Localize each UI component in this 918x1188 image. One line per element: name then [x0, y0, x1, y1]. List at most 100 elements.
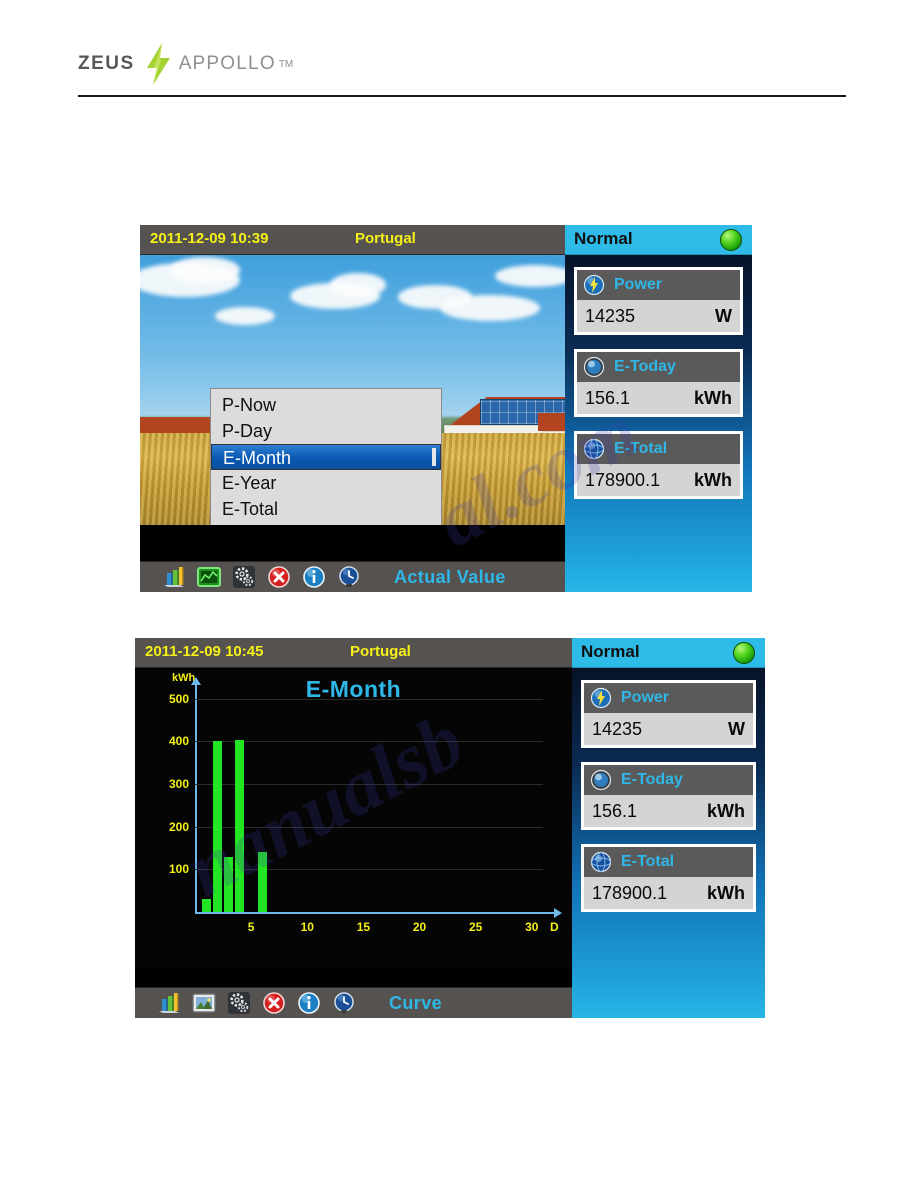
chart-plot-area: 100 200 300 400 500: [169, 690, 543, 912]
screen2-status-header: Normal: [572, 638, 765, 668]
device-screenshot-chart: 2011-12-09 10:45 Portugal E-Month kWh 10…: [135, 638, 765, 1018]
chart-x-tick: 20: [412, 920, 427, 934]
e-month-bar-chart: E-Month kWh 100 200 300 400 500 5 10 15 20 25 30 …: [135, 668, 572, 968]
screen1-status-header: Normal: [565, 225, 752, 255]
card-value-row: 14235 W: [584, 713, 753, 745]
chart-bar: [257, 852, 267, 912]
brand-name-secondary: APPOLLO: [178, 53, 276, 74]
menu-item-exit[interactable]: Exit: [211, 522, 441, 525]
card-value-row: 156.1 kWh: [577, 382, 740, 414]
card-value: 156.1: [592, 800, 638, 821]
menu-item-e-year[interactable]: E-Year: [211, 470, 441, 496]
settings-gears-icon[interactable]: [232, 565, 256, 589]
menu-item-p-now[interactable]: P-Now: [211, 392, 441, 418]
chart-bar: [224, 856, 234, 912]
status-led-indicator: [733, 642, 755, 664]
screen1-status-text: Normal: [574, 229, 633, 248]
card-value: 156.1: [585, 387, 631, 408]
card-unit: kWh: [694, 469, 732, 490]
chart-x-tick: 10: [300, 920, 314, 934]
clock-icon[interactable]: [337, 565, 361, 589]
chart-x-tick: 15: [356, 920, 371, 934]
screen1-status-pane: Normal Power 14235 W E-Today 156.1 kWh E…: [565, 225, 752, 592]
menu-item-e-total[interactable]: E-Total: [211, 496, 441, 522]
screen1-datetime: 2011-12-09 10:39: [150, 230, 269, 247]
screen2-datetime: 2011-12-09 10:45: [145, 643, 264, 660]
screen2-titlebar: 2011-12-09 10:45 Portugal: [135, 638, 572, 668]
clock-icon[interactable]: [332, 991, 356, 1015]
mode-dropdown-menu[interactable]: P-Now P-Day E-Month E-Year E-Total Exit: [210, 388, 442, 525]
menu-item-e-month[interactable]: E-Month: [211, 444, 441, 470]
settings-gears-icon[interactable]: [227, 991, 251, 1015]
lightning-bolt-icon: [146, 43, 170, 85]
screen2-toolbar-label: Curve: [389, 992, 443, 1013]
globe-total-icon: [583, 438, 605, 460]
screen1-toolbar: Actual Value: [140, 561, 565, 592]
chart-gridline: [195, 698, 543, 700]
card-header: E-Today: [584, 765, 753, 795]
card-unit: kWh: [707, 800, 745, 821]
status-card-e-total[interactable]: E-Total 178900.1 kWh: [574, 431, 743, 499]
card-header: Power: [584, 683, 753, 713]
status-card-e-today[interactable]: E-Today 156.1 kWh: [581, 762, 756, 830]
card-unit: kWh: [694, 387, 732, 408]
header-divider: [78, 95, 846, 97]
card-title: E-Total: [614, 440, 668, 457]
chart-gridline: [195, 869, 543, 871]
trademark-mark: TM: [278, 58, 294, 70]
screen2-location: Portugal: [350, 643, 411, 660]
screen1-location: Portugal: [355, 230, 416, 247]
globe-today-icon: [590, 769, 612, 791]
bar-chart-icon[interactable]: [162, 565, 186, 589]
cloud: [330, 273, 386, 297]
card-value-row: 178900.1 kWh: [584, 877, 753, 909]
card-title: E-Today: [621, 771, 683, 788]
card-value: 178900.1: [592, 882, 668, 903]
bar-chart-icon[interactable]: [157, 991, 181, 1015]
screen2-toolbar: Curve: [135, 987, 572, 1018]
screen2-status-pane: Normal Power 14235 W E-Today 156.1 kWh E…: [572, 638, 765, 1018]
status-card-power[interactable]: Power 14235 W: [574, 267, 743, 335]
cloud: [215, 307, 275, 325]
globe-today-icon: [583, 356, 605, 378]
chart-gridline: [195, 783, 543, 785]
cloud: [440, 295, 540, 321]
status-card-e-today[interactable]: E-Today 156.1 kWh: [574, 349, 743, 417]
chart-y-tick: 400: [168, 734, 189, 749]
error-cross-icon[interactable]: [267, 565, 291, 589]
screen1-titlebar: 2011-12-09 10:39 Portugal: [140, 225, 565, 255]
screen1-status-cards: Power 14235 W E-Today 156.1 kWh E-Total …: [565, 255, 752, 592]
background-photo-solar-houses: P-Now P-Day E-Month E-Year E-Total Exit: [140, 255, 565, 525]
globe-total-icon: [590, 851, 612, 873]
chart-gridline: [195, 741, 543, 743]
globe-power-icon: [583, 274, 605, 296]
info-icon[interactable]: [297, 991, 321, 1015]
status-card-power[interactable]: Power 14235 W: [581, 680, 756, 748]
picture-display-icon[interactable]: [192, 991, 216, 1015]
chart-bar: [212, 741, 222, 912]
chart-y-tick: 300: [168, 776, 189, 791]
chart-x-tick: 5: [247, 920, 255, 934]
chart-x-tick: 25: [468, 920, 483, 934]
info-icon[interactable]: [302, 565, 326, 589]
menu-item-p-day[interactable]: P-Day: [211, 418, 441, 444]
chart-x-tick: 30: [525, 920, 539, 934]
screen2-status-text: Normal: [581, 642, 640, 661]
brand-logo: ZEUS APPOLLO TM: [78, 42, 293, 86]
card-header: E-Today: [577, 352, 740, 382]
card-unit: W: [715, 305, 732, 326]
card-value: 14235: [592, 718, 643, 739]
chart-x-axis: [195, 908, 562, 918]
screen2-status-cards: Power 14235 W E-Today 156.1 kWh E-Total …: [572, 668, 765, 1018]
chart-x-axis-label: D: [550, 920, 559, 934]
device-screenshot-menu: 2011-12-09 10:39 Portugal P-Now P-Day E-…: [140, 225, 752, 592]
card-value-row: 178900.1 kWh: [577, 464, 740, 496]
status-card-e-total[interactable]: E-Total 178900.1 kWh: [581, 844, 756, 912]
curve-display-icon[interactable]: [197, 565, 221, 589]
screen1-toolbar-label: Actual Value: [394, 566, 506, 587]
error-cross-icon[interactable]: [262, 991, 286, 1015]
page-header: ZEUS APPOLLO TM: [0, 0, 918, 100]
cloud: [170, 257, 240, 283]
status-led-indicator: [720, 229, 742, 251]
card-title: E-Total: [621, 853, 675, 870]
